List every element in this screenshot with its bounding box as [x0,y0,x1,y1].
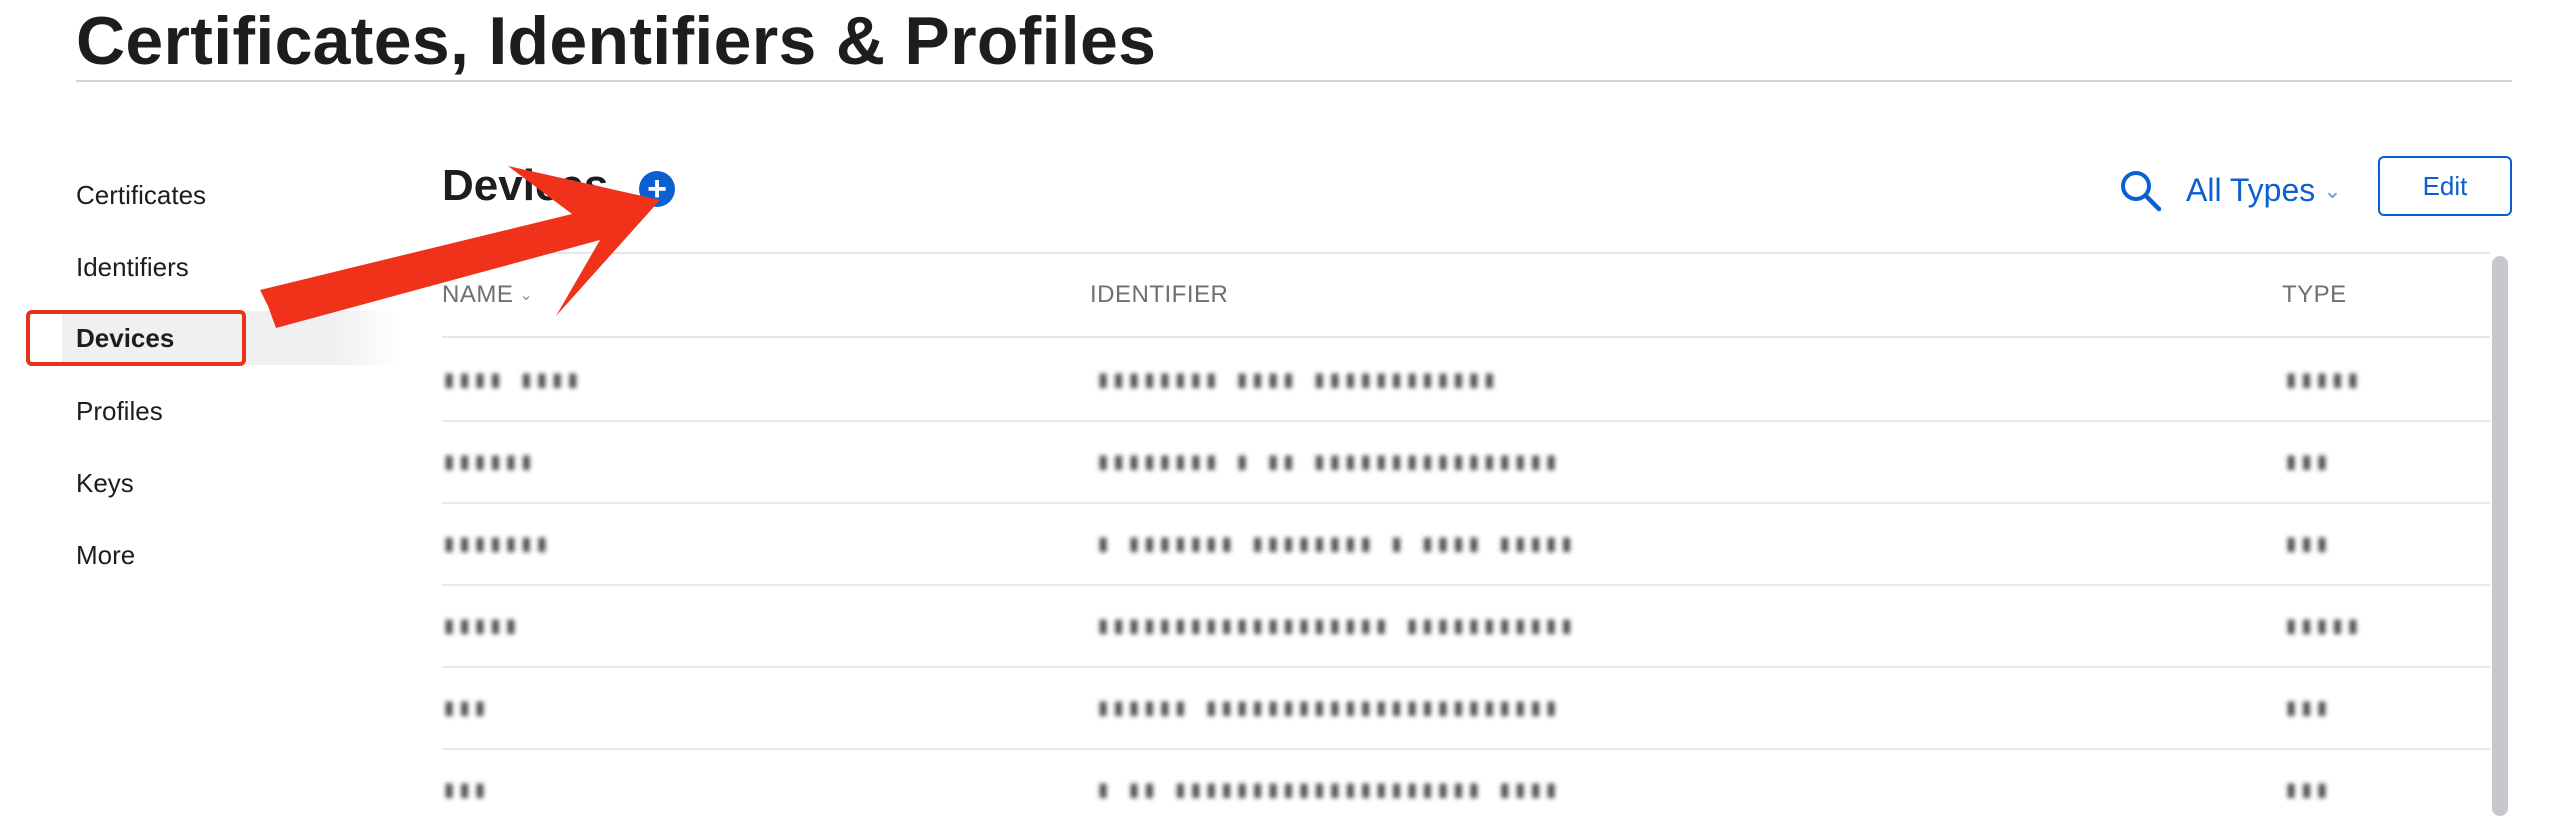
device-identifier: ▮ ▮▮ ▮▮▮▮▮▮▮▮▮▮▮▮▮▮▮▮▮▮▮▮ ▮▮▮▮ [1096,775,1560,803]
device-name: ▮▮▮▮▮▮▮ [442,529,551,557]
sidebar-item-profiles[interactable]: Profiles [62,384,402,438]
page: Certificates, Identifiers & Profiles Cer… [0,0,2560,816]
table-row[interactable]: ▮▮▮ ▮ ▮▮ ▮▮▮▮▮▮▮▮▮▮▮▮▮▮▮▮▮▮▮▮ ▮▮▮▮ ▮▮▮ [442,748,2490,816]
section-title: Devices [442,161,609,210]
table-row[interactable]: ▮▮▮▮▮▮ ▮▮▮▮▮▮▮▮ ▮ ▮▮ ▮▮▮▮▮▮▮▮▮▮▮▮▮▮▮▮ ▮▮… [442,420,2490,504]
page-title: Certificates, Identifiers & Profiles [76,3,1157,79]
device-type: ▮▮▮▮▮ [2284,365,2362,393]
sort-chevron-icon: ⌄ [519,287,534,304]
sidebar-item-keys[interactable]: Keys [62,456,402,510]
add-device-button[interactable]: + [639,171,675,207]
device-type: ▮▮▮▮▮ [2284,611,2362,639]
device-identifier: ▮▮▮▮▮▮▮▮ ▮ ▮▮ ▮▮▮▮▮▮▮▮▮▮▮▮▮▮▮▮ [1096,447,1560,475]
edit-button[interactable]: Edit [2378,156,2512,216]
device-name: ▮▮▮ [442,693,489,721]
device-type: ▮▮▮ [2284,447,2331,475]
column-header-type: TYPE [2282,281,2347,308]
title-divider [76,80,2512,82]
sidebar-item-more[interactable]: More [62,528,402,582]
device-type: ▮▮▮ [2284,693,2331,721]
table-row[interactable]: ▮▮▮ ▮▮▮▮▮▮ ▮▮▮▮▮▮▮▮▮▮▮▮▮▮▮▮▮▮▮▮▮▮▮ ▮▮▮ [442,666,2490,750]
table-scrollbar[interactable] [2492,256,2508,816]
table-row[interactable]: ▮▮▮▮▮▮▮ ▮ ▮▮▮▮▮▮▮ ▮▮▮▮▮▮▮▮ ▮ ▮▮▮▮ ▮▮▮▮▮ … [442,502,2490,586]
device-type: ▮▮▮ [2284,529,2331,557]
device-identifier: ▮▮▮▮▮▮ ▮▮▮▮▮▮▮▮▮▮▮▮▮▮▮▮▮▮▮▮▮▮▮ [1096,693,1560,721]
plus-icon: + [647,170,667,208]
device-identifier: ▮▮▮▮▮▮▮▮ ▮▮▮▮ ▮▮▮▮▮▮▮▮▮▮▮▮ [1096,365,1498,393]
type-filter-value: All Types [2186,172,2316,208]
sidebar-item-identifiers[interactable]: Identifiers [62,240,402,294]
device-name: ▮▮▮▮ ▮▮▮▮ [442,365,582,393]
sidebar-item-certificates[interactable]: Certificates [62,168,402,222]
column-header-name[interactable]: NAME ⌄ [442,280,533,311]
device-identifier: ▮▮▮▮▮▮▮▮▮▮▮▮▮▮▮▮▮▮▮ ▮▮▮▮▮▮▮▮▮▮▮ [1096,611,1575,639]
table-header: NAME ⌄ IDENTIFIER TYPE [442,254,2490,338]
type-filter-dropdown[interactable]: All Types ⌄ [2186,168,2342,212]
annotation-highlight-box [26,310,246,366]
column-header-identifier: IDENTIFIER [1090,281,1229,308]
device-name: ▮▮▮ [442,775,489,803]
table-row[interactable]: ▮▮▮▮ ▮▮▮▮ ▮▮▮▮▮▮▮▮ ▮▮▮▮ ▮▮▮▮▮▮▮▮▮▮▮▮ ▮▮▮… [442,338,2490,422]
device-identifier: ▮ ▮▮▮▮▮▮▮ ▮▮▮▮▮▮▮▮ ▮ ▮▮▮▮ ▮▮▮▮▮ [1096,529,1575,557]
device-type: ▮▮▮ [2284,775,2331,803]
device-name: ▮▮▮▮▮▮ [442,447,535,475]
table-row[interactable]: ▮▮▮▮▮ ▮▮▮▮▮▮▮▮▮▮▮▮▮▮▮▮▮▮▮ ▮▮▮▮▮▮▮▮▮▮▮ ▮▮… [442,584,2490,668]
device-name: ▮▮▮▮▮ [442,611,520,639]
chevron-down-icon: ⌄ [2323,178,2342,203]
devices-table: NAME ⌄ IDENTIFIER TYPE ▮▮▮▮ ▮▮▮▮ ▮▮▮▮▮▮▮▮… [442,252,2490,816]
search-icon[interactable] [2118,168,2162,212]
